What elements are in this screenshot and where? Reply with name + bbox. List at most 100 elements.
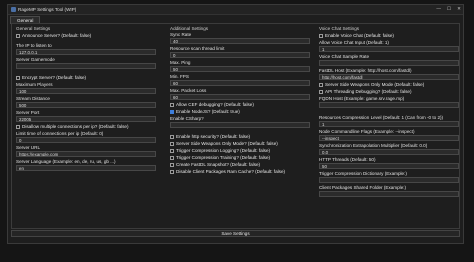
settings-window: RageMP Settings Tool (WIP) — ☐ ✕ General… — [7, 4, 464, 244]
save-button[interactable]: Save Settings — [11, 230, 460, 237]
voice-allow-input[interactable]: 1 — [319, 46, 459, 52]
general-settings-column: General Settings Announce Server? (Defau… — [16, 26, 156, 173]
checkbox-icon — [319, 34, 323, 38]
cef-checkbox[interactable]: Allow CEF debugging? (Default: false) — [170, 102, 310, 108]
api-threading-label: API Threading Debugging? (Default: false… — [325, 89, 412, 94]
lang-input[interactable]: en — [16, 165, 156, 171]
fqdn-input[interactable] — [319, 102, 459, 108]
http-threads-input[interactable]: 50 — [319, 163, 459, 169]
encrypt-checkbox[interactable]: Encrypt Server? (Default: false) — [16, 75, 156, 81]
api-threading-checkbox[interactable]: API Threading Debugging? (Default: false… — [319, 89, 455, 95]
fastdl-label: FastDL Host (Example: http://host.com/fa… — [319, 68, 412, 73]
minfps-label: Min. FPS — [170, 74, 189, 79]
http-security-label: Enable http security? (Default: false) — [176, 134, 251, 139]
sync-label: Synchronization Extrapolation Multiplier… — [319, 143, 428, 148]
stream-input[interactable]: 500 — [16, 102, 156, 108]
port-label: Server Port — [16, 110, 40, 115]
title-bar: RageMP Settings Tool (WIP) — ☐ ✕ — [8, 5, 463, 15]
nodejs-label: Enable NodeJS? (Default: true) — [176, 109, 240, 114]
csharp-input[interactable] — [170, 122, 310, 128]
maxpacket-input[interactable]: 60 — [170, 94, 310, 100]
disallow-label: Disallow multiple connections per ip? (D… — [22, 124, 129, 129]
gamemode-input[interactable] — [16, 63, 156, 69]
ip-input[interactable]: 127.0.0.1 — [16, 49, 156, 55]
reslevel-input[interactable]: 1 — [319, 121, 459, 127]
samplerate-label: Voice Chat Sample Rate — [319, 54, 370, 59]
minimize-icon[interactable]: — — [436, 6, 441, 12]
reslevel-label: Resources Compression Level (Default: 1 … — [319, 115, 444, 120]
threadlimit-label: Resource scan thread limit — [170, 46, 225, 51]
nodeflags-input[interactable]: --inspect — [319, 135, 459, 141]
checkbox-icon — [16, 76, 20, 80]
samplerate-input[interactable] — [319, 60, 459, 66]
trigger-dict-label: Trigger Compression Dictionary (Example:… — [319, 171, 407, 176]
voice-enable-checkbox[interactable]: Enable Voice Chat (Default: false) — [319, 33, 455, 39]
port-input[interactable]: 22005 — [16, 116, 156, 122]
checkbox-icon — [170, 103, 174, 107]
voice-allow-label: Allow Voice Chat Input (Default: 1) — [319, 40, 389, 45]
maxping-input[interactable]: 50 — [170, 66, 310, 72]
voice-heading: Voice Chat Settings — [319, 26, 360, 31]
disallow-checkbox[interactable]: Disallow multiple connections per ip? (D… — [16, 124, 156, 130]
fastdl-snapshot-checkbox[interactable]: Create FastDL Snapshot? (Default: false) — [170, 162, 310, 168]
fastdl-snapshot-label: Create FastDL Snapshot? (Default: false) — [176, 162, 261, 167]
stream-label: Stream Distance — [16, 96, 50, 101]
checkbox-icon — [16, 125, 20, 129]
nodeflags-label: Node Commandline Flags (Example: --inspe… — [319, 129, 415, 134]
maxplayers-label: Maximum Players — [16, 82, 53, 87]
checkbox-icon — [170, 156, 174, 160]
additional-settings-column: Additional Settings Sync Rate 40 Resourc… — [170, 26, 310, 176]
checkbox-icon — [319, 90, 323, 94]
disable-cache-checkbox[interactable]: Disable Client Packages Ram Cache? (Defa… — [170, 169, 310, 175]
maxpacket-label: Max. Packet Loss — [170, 88, 207, 93]
limit-input[interactable]: 0 — [16, 137, 156, 143]
sideweapons-checkbox[interactable]: Server Side Weapons Only Mode? (Default:… — [170, 141, 310, 147]
announce-label: Announce Server? (Default: false) — [22, 33, 92, 38]
disable-cache-label: Disable Client Packages Ram Cache? (Defa… — [176, 169, 286, 174]
encrypt-label: Encrypt Server? (Default: false) — [22, 75, 87, 80]
checkbox-icon — [16, 34, 20, 38]
syncrate-input[interactable]: 40 — [170, 38, 310, 44]
url-input[interactable]: https://example.com — [16, 151, 156, 157]
limit-label: Limit time of connections per ip (Defaul… — [16, 131, 104, 136]
window-title: RageMP Settings Tool (WIP) — [18, 6, 77, 12]
syncrate-label: Sync Rate — [170, 32, 192, 37]
sync-input[interactable]: 0.0 — [319, 149, 459, 155]
checkbox-icon — [170, 149, 174, 153]
general-heading: General Settings — [16, 26, 51, 31]
lang-label: Server Language (Example: en, de, ru, us… — [16, 159, 116, 164]
maxplayers-value: 100 — [19, 89, 27, 94]
voice-sideweapons-checkbox[interactable]: Server Side Weapons Only Mode (Default: … — [319, 82, 455, 88]
trigger-dict-input[interactable] — [319, 177, 459, 183]
maximize-icon[interactable]: ☐ — [447, 6, 451, 12]
tab-bar: General — [10, 16, 41, 24]
close-icon[interactable]: ✕ — [457, 6, 461, 12]
trigger-training-checkbox[interactable]: Trigger Compression Training? (Default: … — [170, 155, 310, 161]
sideweapons-label: Server Side Weapons Only Mode? (Default:… — [176, 141, 278, 146]
settings-panel: General Settings Announce Server? (Defau… — [11, 23, 460, 229]
trigger-logging-label: Trigger Compression Logging? (Default: f… — [176, 148, 271, 153]
checkbox-icon — [170, 135, 174, 139]
checkbox-checked-icon — [170, 110, 174, 114]
gamemode-label: Server Gamemode — [16, 57, 55, 62]
shared-folder-input[interactable] — [319, 191, 459, 197]
announce-checkbox[interactable]: Announce Server? (Default: false) — [16, 33, 156, 39]
app-icon — [11, 7, 16, 12]
minfps-input[interactable]: 60 — [170, 80, 310, 86]
fastdl-input[interactable]: http://host.com/fastdl — [319, 74, 459, 80]
window-controls: — ☐ ✕ — [436, 6, 461, 12]
checkbox-icon — [170, 142, 174, 146]
http-threads-label: HTTP Threads (Default: 50) — [319, 157, 376, 162]
checkbox-icon — [170, 170, 174, 174]
csharp-label: Enable CSharp? — [170, 116, 204, 121]
trigger-logging-checkbox[interactable]: Trigger Compression Logging? (Default: f… — [170, 148, 310, 154]
threadlimit-input[interactable]: 0 — [170, 52, 310, 58]
ip-label: The IP to listen to — [16, 43, 52, 48]
checkbox-icon — [319, 83, 323, 87]
maxping-label: Max. Ping — [170, 60, 191, 65]
url-label: Server URL — [16, 145, 40, 150]
maxplayers-input[interactable]: 100 — [16, 88, 156, 94]
nodejs-checkbox[interactable]: Enable NodeJS? (Default: true) — [170, 109, 310, 115]
fqdn-label: FQDN Host (Example: game.srv.rage.mp) — [319, 96, 405, 101]
http-security-checkbox[interactable]: Enable http security? (Default: false) — [170, 134, 310, 140]
